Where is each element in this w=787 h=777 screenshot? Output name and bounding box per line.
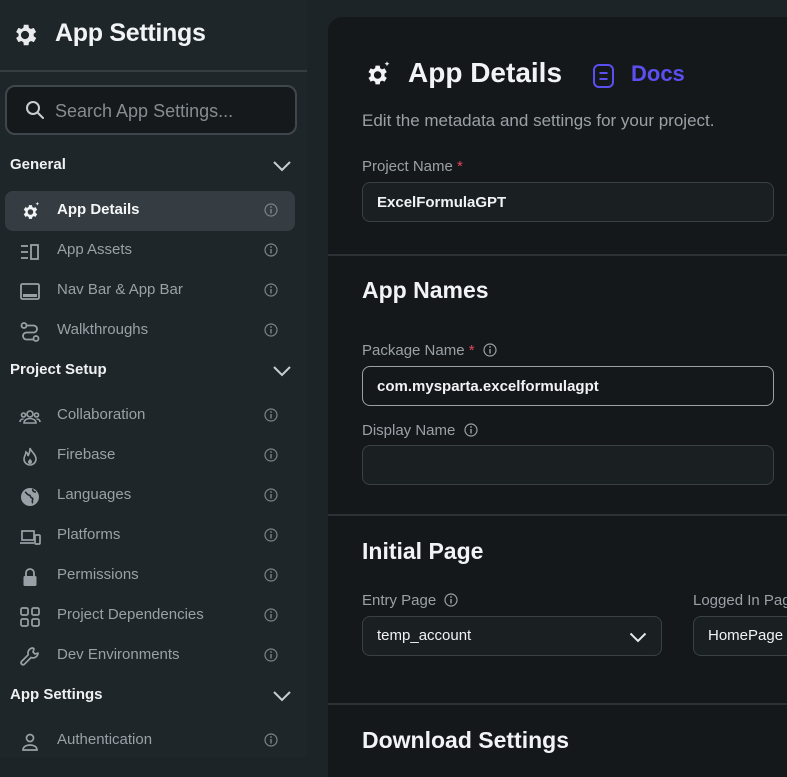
required-marker: * [468, 342, 475, 359]
sidebar-header: App Settings [0, 0, 307, 72]
info-icon[interactable] [264, 733, 278, 752]
sidebar-item-label: App Details [57, 201, 140, 218]
info-icon[interactable] [463, 423, 478, 441]
section-general-label: General [10, 156, 66, 173]
entry-page-label: Entry Page [362, 592, 458, 611]
lock-icon [19, 566, 41, 588]
sidebar-item-label: Firebase [57, 446, 116, 463]
sidebar: App Settings General App Details App Ass… [0, 0, 307, 757]
section-app-settings-label: App Settings [10, 686, 103, 703]
info-icon[interactable] [264, 408, 278, 427]
person-icon [19, 731, 41, 753]
sidebar-item-label: Permissions [57, 566, 139, 583]
sidebar-item-label: Platforms [57, 526, 121, 543]
sidebar-item-app-details[interactable]: App Details [5, 191, 295, 231]
docs-label: Docs [631, 61, 685, 86]
info-icon[interactable] [264, 488, 278, 507]
divider [328, 703, 787, 705]
download-settings-heading: Download Settings [362, 727, 569, 753]
search-box[interactable] [5, 85, 297, 135]
divider [328, 254, 787, 256]
package-name-label: Package Name * [362, 342, 497, 361]
page-title: App Details [408, 57, 563, 88]
sidebar-item-platforms[interactable]: Platforms [5, 516, 295, 556]
sidebar-item-label: Collaboration [57, 406, 146, 423]
section-app-settings[interactable]: App Settings [0, 681, 307, 711]
chevron-down-icon[interactable] [272, 364, 292, 382]
section-project-setup[interactable]: Project Setup [0, 356, 307, 386]
sidebar-title: App Settings [55, 19, 206, 47]
display-name-input[interactable] [362, 445, 774, 485]
sidebar-item-project-dependencies[interactable]: Project Dependencies [5, 596, 295, 636]
sidebar-item-label: Authentication [57, 731, 153, 748]
logged-in-page-value: HomePage [708, 627, 784, 644]
grid-icon [19, 606, 41, 628]
app-details-panel: App Details Docs Edit the metadata and s… [328, 17, 787, 777]
info-icon[interactable] [264, 203, 278, 222]
display-name-label: Display Name [362, 422, 478, 441]
display-name-label-text: Display Name [362, 422, 456, 439]
entry-page-label-text: Entry Page [362, 592, 437, 609]
info-icon[interactable] [264, 568, 278, 587]
section-general[interactable]: General [0, 151, 307, 181]
people-icon [19, 406, 41, 428]
route-icon [19, 321, 41, 343]
globe-icon [19, 486, 41, 508]
package-name-label-text: Package Name [362, 342, 465, 359]
project-name-input[interactable] [362, 182, 774, 222]
entry-page-select[interactable]: temp_account [362, 616, 662, 656]
sidebar-item-languages[interactable]: Languages [5, 476, 295, 516]
sidebar-item-label: Nav Bar & App Bar [57, 281, 183, 298]
required-marker: * [457, 158, 463, 175]
info-icon[interactable] [264, 608, 278, 627]
sidebar-item-walkthroughs[interactable]: Walkthroughs [5, 311, 295, 351]
sidebar-item-nav-bar[interactable]: Nav Bar & App Bar [5, 271, 295, 311]
app-names-heading: App Names [362, 277, 489, 303]
search-input[interactable] [53, 97, 287, 125]
project-name-label: Project Name * [362, 158, 463, 175]
sidebar-item-dev-environments[interactable]: Dev Environments [5, 636, 295, 676]
info-icon[interactable] [264, 243, 278, 262]
devices-icon [19, 526, 41, 548]
project-name-label-text: Project Name [362, 158, 453, 175]
document-icon [592, 63, 616, 94]
info-icon[interactable] [264, 528, 278, 547]
gear-sparkle-icon [19, 201, 41, 223]
flame-icon [19, 446, 41, 468]
chevron-down-icon[interactable] [272, 689, 292, 707]
sidebar-item-collaboration[interactable]: Collaboration [5, 396, 295, 436]
section-project-setup-label: Project Setup [10, 361, 107, 378]
info-icon[interactable] [264, 448, 278, 467]
search-icon [25, 100, 45, 125]
entry-page-value: temp_account [377, 627, 472, 644]
info-icon[interactable] [483, 343, 497, 361]
page-subtitle: Edit the metadata and settings for your … [362, 111, 715, 130]
nav-bar-icon [19, 281, 41, 303]
chevron-down-icon [629, 630, 647, 648]
sidebar-item-label: Walkthroughs [57, 321, 149, 338]
chevron-down-icon[interactable] [272, 159, 292, 177]
sidebar-item-label: Project Dependencies [57, 606, 204, 623]
sidebar-item-app-assets[interactable]: App Assets [5, 231, 295, 271]
assets-icon [19, 241, 41, 263]
info-icon[interactable] [264, 648, 278, 667]
logged-in-page-label: Logged In Page [693, 592, 787, 609]
package-name-input[interactable] [362, 366, 774, 406]
sidebar-item-firebase[interactable]: Firebase [5, 436, 295, 476]
sidebar-item-permissions[interactable]: Permissions [5, 556, 295, 596]
wrench-icon [19, 646, 41, 668]
info-icon[interactable] [264, 283, 278, 302]
logged-in-page-select[interactable]: HomePage [693, 616, 787, 656]
gear-sparkle-icon [362, 60, 392, 95]
settings-gear-icon [11, 21, 39, 54]
sidebar-item-label: Dev Environments [57, 646, 180, 663]
initial-page-heading: Initial Page [362, 538, 484, 564]
info-icon[interactable] [444, 593, 458, 611]
info-icon[interactable] [264, 323, 278, 342]
divider [328, 514, 787, 516]
sidebar-item-label: App Assets [57, 241, 133, 258]
sidebar-item-label: Languages [57, 486, 132, 503]
sidebar-item-authentication[interactable]: Authentication [5, 721, 295, 761]
